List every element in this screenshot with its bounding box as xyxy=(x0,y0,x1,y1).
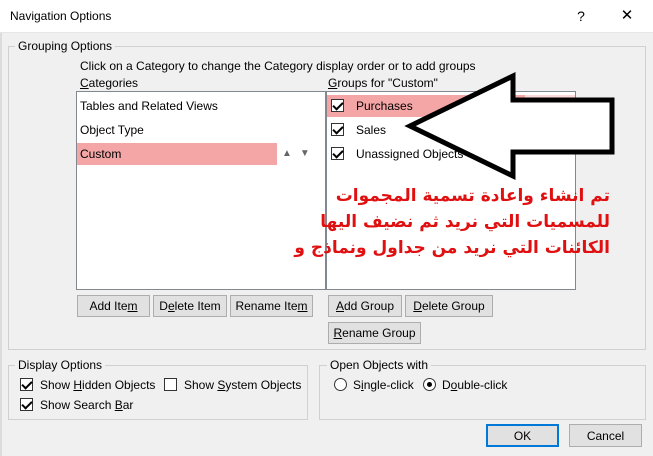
open-objects-legend: Open Objects with xyxy=(327,358,432,372)
list-item[interactable]: Object Type xyxy=(77,119,325,141)
annotation-line-3: الكائنات التي نريد من جداول ونماذج و xyxy=(294,238,610,258)
show-system-objects-checkbox[interactable] xyxy=(164,378,177,391)
add-group-button[interactable]: Add Group xyxy=(328,295,402,317)
move-up-icon[interactable]: ▲ xyxy=(282,148,300,159)
groups-label: Groups for "Custom" xyxy=(328,76,438,90)
list-item[interactable]: Sales xyxy=(327,119,575,141)
move-down-icon[interactable]: ▼ xyxy=(300,148,318,159)
delete-group-button[interactable]: Delete Group xyxy=(405,295,493,317)
open-objects-group xyxy=(319,365,646,420)
window-edge xyxy=(0,33,2,456)
purchases-checkbox[interactable] xyxy=(331,99,344,112)
double-click-label: Double-click xyxy=(442,378,508,392)
display-options-legend: Display Options xyxy=(15,358,106,372)
annotation-line-2: للمسميات التي نريد ثم نضيف اليها xyxy=(320,212,610,232)
move-down-icon[interactable]: ▼ xyxy=(549,100,567,111)
help-button[interactable]: ? xyxy=(561,2,601,30)
show-hidden-objects-label: Show Hidden Objects xyxy=(40,378,156,392)
cancel-button[interactable]: Cancel xyxy=(569,424,642,447)
group-reorder-area: ▲▼ xyxy=(525,95,575,117)
rename-group-button[interactable]: Rename Group xyxy=(328,322,421,344)
annotation-text: تم انشاء واعادة تسمية المجموات للمسميات … xyxy=(294,183,610,261)
show-system-objects-label: Show System Objects xyxy=(184,378,302,392)
annotation-line-1: تم انشاء واعادة تسمية المجموات xyxy=(335,186,610,206)
grouping-options-legend: Grouping Options xyxy=(15,39,116,53)
category-reorder-arrows[interactable]: ▲▼ xyxy=(282,143,318,165)
add-item-button[interactable]: Add Item xyxy=(77,295,150,317)
single-click-label: Single-click xyxy=(353,378,414,392)
window-title: Navigation Options xyxy=(10,9,112,23)
show-search-bar-checkbox[interactable] xyxy=(20,398,33,411)
single-click-radio[interactable] xyxy=(334,378,347,391)
move-up-icon[interactable]: ▲ xyxy=(531,100,549,111)
title-bar: Navigation Options ? ✕ xyxy=(0,0,653,33)
grouping-instruction: Click on a Category to change the Catego… xyxy=(80,59,476,73)
group-reorder-arrows[interactable]: ▲▼ xyxy=(531,95,567,117)
unassigned-checkbox[interactable] xyxy=(331,147,344,160)
show-search-bar-label: Show Search Bar xyxy=(40,398,134,412)
list-item-selected[interactable]: Custom xyxy=(77,143,277,165)
double-click-radio[interactable] xyxy=(423,378,436,391)
delete-item-button[interactable]: Delete Item xyxy=(153,295,227,317)
list-item[interactable]: Unassigned Objects xyxy=(327,143,575,165)
list-item[interactable]: Tables and Related Views xyxy=(77,95,325,117)
sales-checkbox[interactable] xyxy=(331,123,344,136)
list-item-selected[interactable]: Purchases xyxy=(327,95,525,117)
show-hidden-objects-checkbox[interactable] xyxy=(20,378,33,391)
categories-label: Categories xyxy=(80,76,139,90)
categories-list[interactable]: Tables and Related Views Object Type Cus… xyxy=(76,91,326,290)
ok-button[interactable]: OK xyxy=(486,424,559,447)
rename-item-button[interactable]: Rename Item xyxy=(230,295,313,317)
close-button[interactable]: ✕ xyxy=(607,2,647,30)
